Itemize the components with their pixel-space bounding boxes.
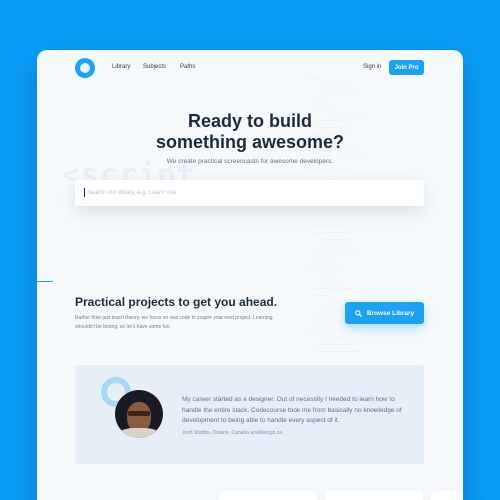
course-card[interactable] (325, 491, 423, 500)
avatar-glasses (128, 411, 150, 416)
text-caret (84, 188, 85, 197)
avatar-shirt (119, 428, 159, 438)
projects-title: Practical projects to get you ahead. (75, 295, 278, 309)
join-pro-button[interactable]: Join Pro (389, 60, 424, 75)
search-input[interactable] (75, 180, 424, 206)
testimonial-author: Josh Stobbs, Ontario, Canada anvildesign… (182, 430, 283, 436)
search-icon (354, 309, 362, 317)
nav-paths[interactable]: Paths (180, 64, 195, 70)
hero-title-line1: Ready to build (187, 111, 312, 131)
browse-library-label: Browse Library (366, 309, 415, 317)
hero-title: Ready to build something awesome? (37, 111, 463, 153)
browser-window: —————— ——————————— ———————————————— ————… (37, 50, 463, 500)
projects-description: Rather than just teach theory, we focus … (75, 315, 273, 330)
avatar (115, 390, 163, 438)
signin-link[interactable]: Sign in (363, 64, 381, 70)
testimonial-card: My career started as a designer. Out of … (75, 365, 424, 464)
hero-title-line2: something awesome? (155, 132, 345, 152)
nav-library[interactable]: Library (112, 64, 130, 70)
hero-subtitle: We create practical screencasts for awes… (166, 158, 334, 165)
course-card[interactable] (431, 491, 463, 500)
course-card[interactable] (219, 491, 317, 500)
logo[interactable] (75, 58, 95, 78)
testimonial-quote: My career started as a designer. Out of … (182, 396, 402, 424)
browse-library-button[interactable]: Browse Library (345, 302, 424, 324)
accent-line (37, 281, 53, 282)
nav-subjects[interactable]: Subjects (143, 64, 166, 70)
